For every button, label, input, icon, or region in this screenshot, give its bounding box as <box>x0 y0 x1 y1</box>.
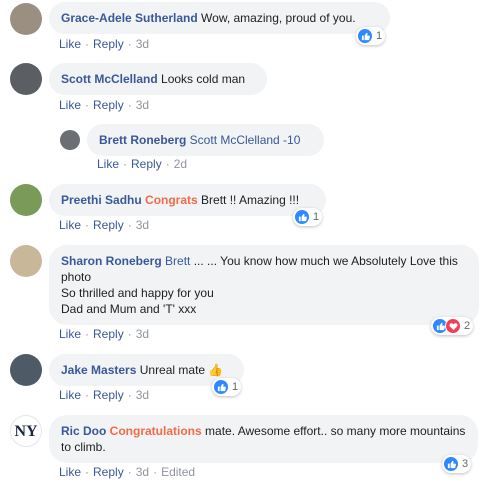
timestamp[interactable]: 3d <box>136 465 149 479</box>
commenter-name[interactable]: Brett Roneberg <box>99 133 186 147</box>
commenter-name[interactable]: Ric Doo <box>61 424 106 438</box>
edited-label[interactable]: Edited <box>161 465 195 479</box>
avatar[interactable] <box>10 245 42 277</box>
like-reaction-icon <box>294 209 310 225</box>
comment-bubble: Preethi Sadhu Congrats Brett !! Amazing … <box>49 184 326 216</box>
reaction-summary[interactable]: 3 <box>442 455 472 473</box>
like-link[interactable]: Like <box>59 37 81 51</box>
comment-text: Brett !! Amazing !!! <box>197 193 300 207</box>
comment-actions: Like · Reply · 3d · Edited <box>59 465 196 479</box>
reply-link[interactable]: Reply <box>93 388 124 402</box>
timestamp[interactable]: 3d <box>136 37 149 51</box>
comment-text: Unreal mate 👍 <box>136 363 224 377</box>
avatar[interactable]: NY <box>10 415 42 447</box>
reply-link[interactable]: Reply <box>93 98 124 112</box>
comment-text: Scott McClelland -10 <box>186 133 301 147</box>
comment-bubble: Sharon Roneberg Brett ... ... You know h… <box>49 245 479 325</box>
avatar[interactable] <box>10 184 42 216</box>
reaction-count: 2 <box>464 320 471 332</box>
avatar[interactable] <box>10 3 42 35</box>
comment-bubble: Ric Doo Congratulations mate. Awesome ef… <box>49 415 478 463</box>
reaction-count: 1 <box>313 211 320 223</box>
like-reaction-icon <box>213 379 229 395</box>
comment-text-line: Dad and Mum and 'T' xxx <box>61 302 197 316</box>
comment-actions: Like · Reply · 3d <box>59 218 150 232</box>
comment-actions: Like · Reply · 3d <box>59 327 150 341</box>
like-link[interactable]: Like <box>59 218 81 232</box>
comment-bubble: Grace-Adele Sutherland Wow, amazing, pro… <box>49 2 390 34</box>
commenter-name[interactable]: Jake Masters <box>61 363 136 377</box>
reaction-summary[interactable]: 1 <box>293 208 323 226</box>
comment-actions: Like · Reply · 3d <box>59 388 150 402</box>
avatar[interactable] <box>10 354 42 386</box>
like-link[interactable]: Like <box>59 327 81 341</box>
reaction-count: 3 <box>462 458 469 470</box>
ny-logo-icon: NY <box>14 423 38 440</box>
tagged-user[interactable]: Congratulations <box>106 424 202 438</box>
reaction-summary[interactable]: 1 <box>356 27 386 45</box>
tagged-user[interactable]: Congrats <box>142 193 198 207</box>
svg-text:NY: NY <box>14 423 38 440</box>
commenter-name[interactable]: Scott McClelland <box>61 72 158 86</box>
reaction-count: 1 <box>376 30 383 42</box>
comment-text: Wow, amazing, proud of you. <box>197 11 356 25</box>
tagged-user[interactable]: Brett <box>162 254 190 268</box>
reply-link[interactable]: Reply <box>93 465 124 479</box>
like-reaction-icon <box>357 28 373 44</box>
timestamp[interactable]: 3d <box>136 98 149 112</box>
timestamp[interactable]: 3d <box>136 388 149 402</box>
reaction-count: 1 <box>232 381 239 393</box>
commenter-name[interactable]: Grace-Adele Sutherland <box>61 11 198 25</box>
reaction-summary[interactable]: 1 <box>212 378 242 396</box>
timestamp[interactable]: 3d <box>136 218 149 232</box>
reply-link[interactable]: Reply <box>93 218 124 232</box>
reply-link[interactable]: Reply <box>93 37 124 51</box>
reaction-summary[interactable]: 2 <box>431 317 474 335</box>
like-link[interactable]: Like <box>59 465 81 479</box>
reply-link[interactable]: Reply <box>131 157 162 171</box>
timestamp[interactable]: 3d <box>136 327 149 341</box>
timestamp[interactable]: 2d <box>174 157 187 171</box>
comment-bubble: Scott McClelland Looks cold man <box>49 63 267 95</box>
like-link[interactable]: Like <box>59 98 81 112</box>
like-link[interactable]: Like <box>97 157 119 171</box>
love-reaction-icon <box>445 318 461 334</box>
comment-text-line: So thrilled and happy for you <box>61 286 214 300</box>
avatar[interactable] <box>60 130 80 150</box>
comment-actions: Like · Reply · 3d <box>59 98 150 112</box>
like-link[interactable]: Like <box>59 388 81 402</box>
reply-link[interactable]: Reply <box>93 327 124 341</box>
commenter-name[interactable]: Preethi Sadhu <box>61 193 142 207</box>
like-reaction-icon <box>443 456 459 472</box>
commenter-name[interactable]: Sharon Roneberg <box>61 254 162 268</box>
avatar[interactable] <box>10 63 42 95</box>
comment-actions: Like · Reply · 2d <box>97 157 188 171</box>
comment-bubble: Brett Roneberg Scott McClelland -10 <box>87 124 324 156</box>
comment-text: Looks cold man <box>157 72 246 86</box>
comment-actions: Like · Reply · 3d <box>59 37 150 51</box>
